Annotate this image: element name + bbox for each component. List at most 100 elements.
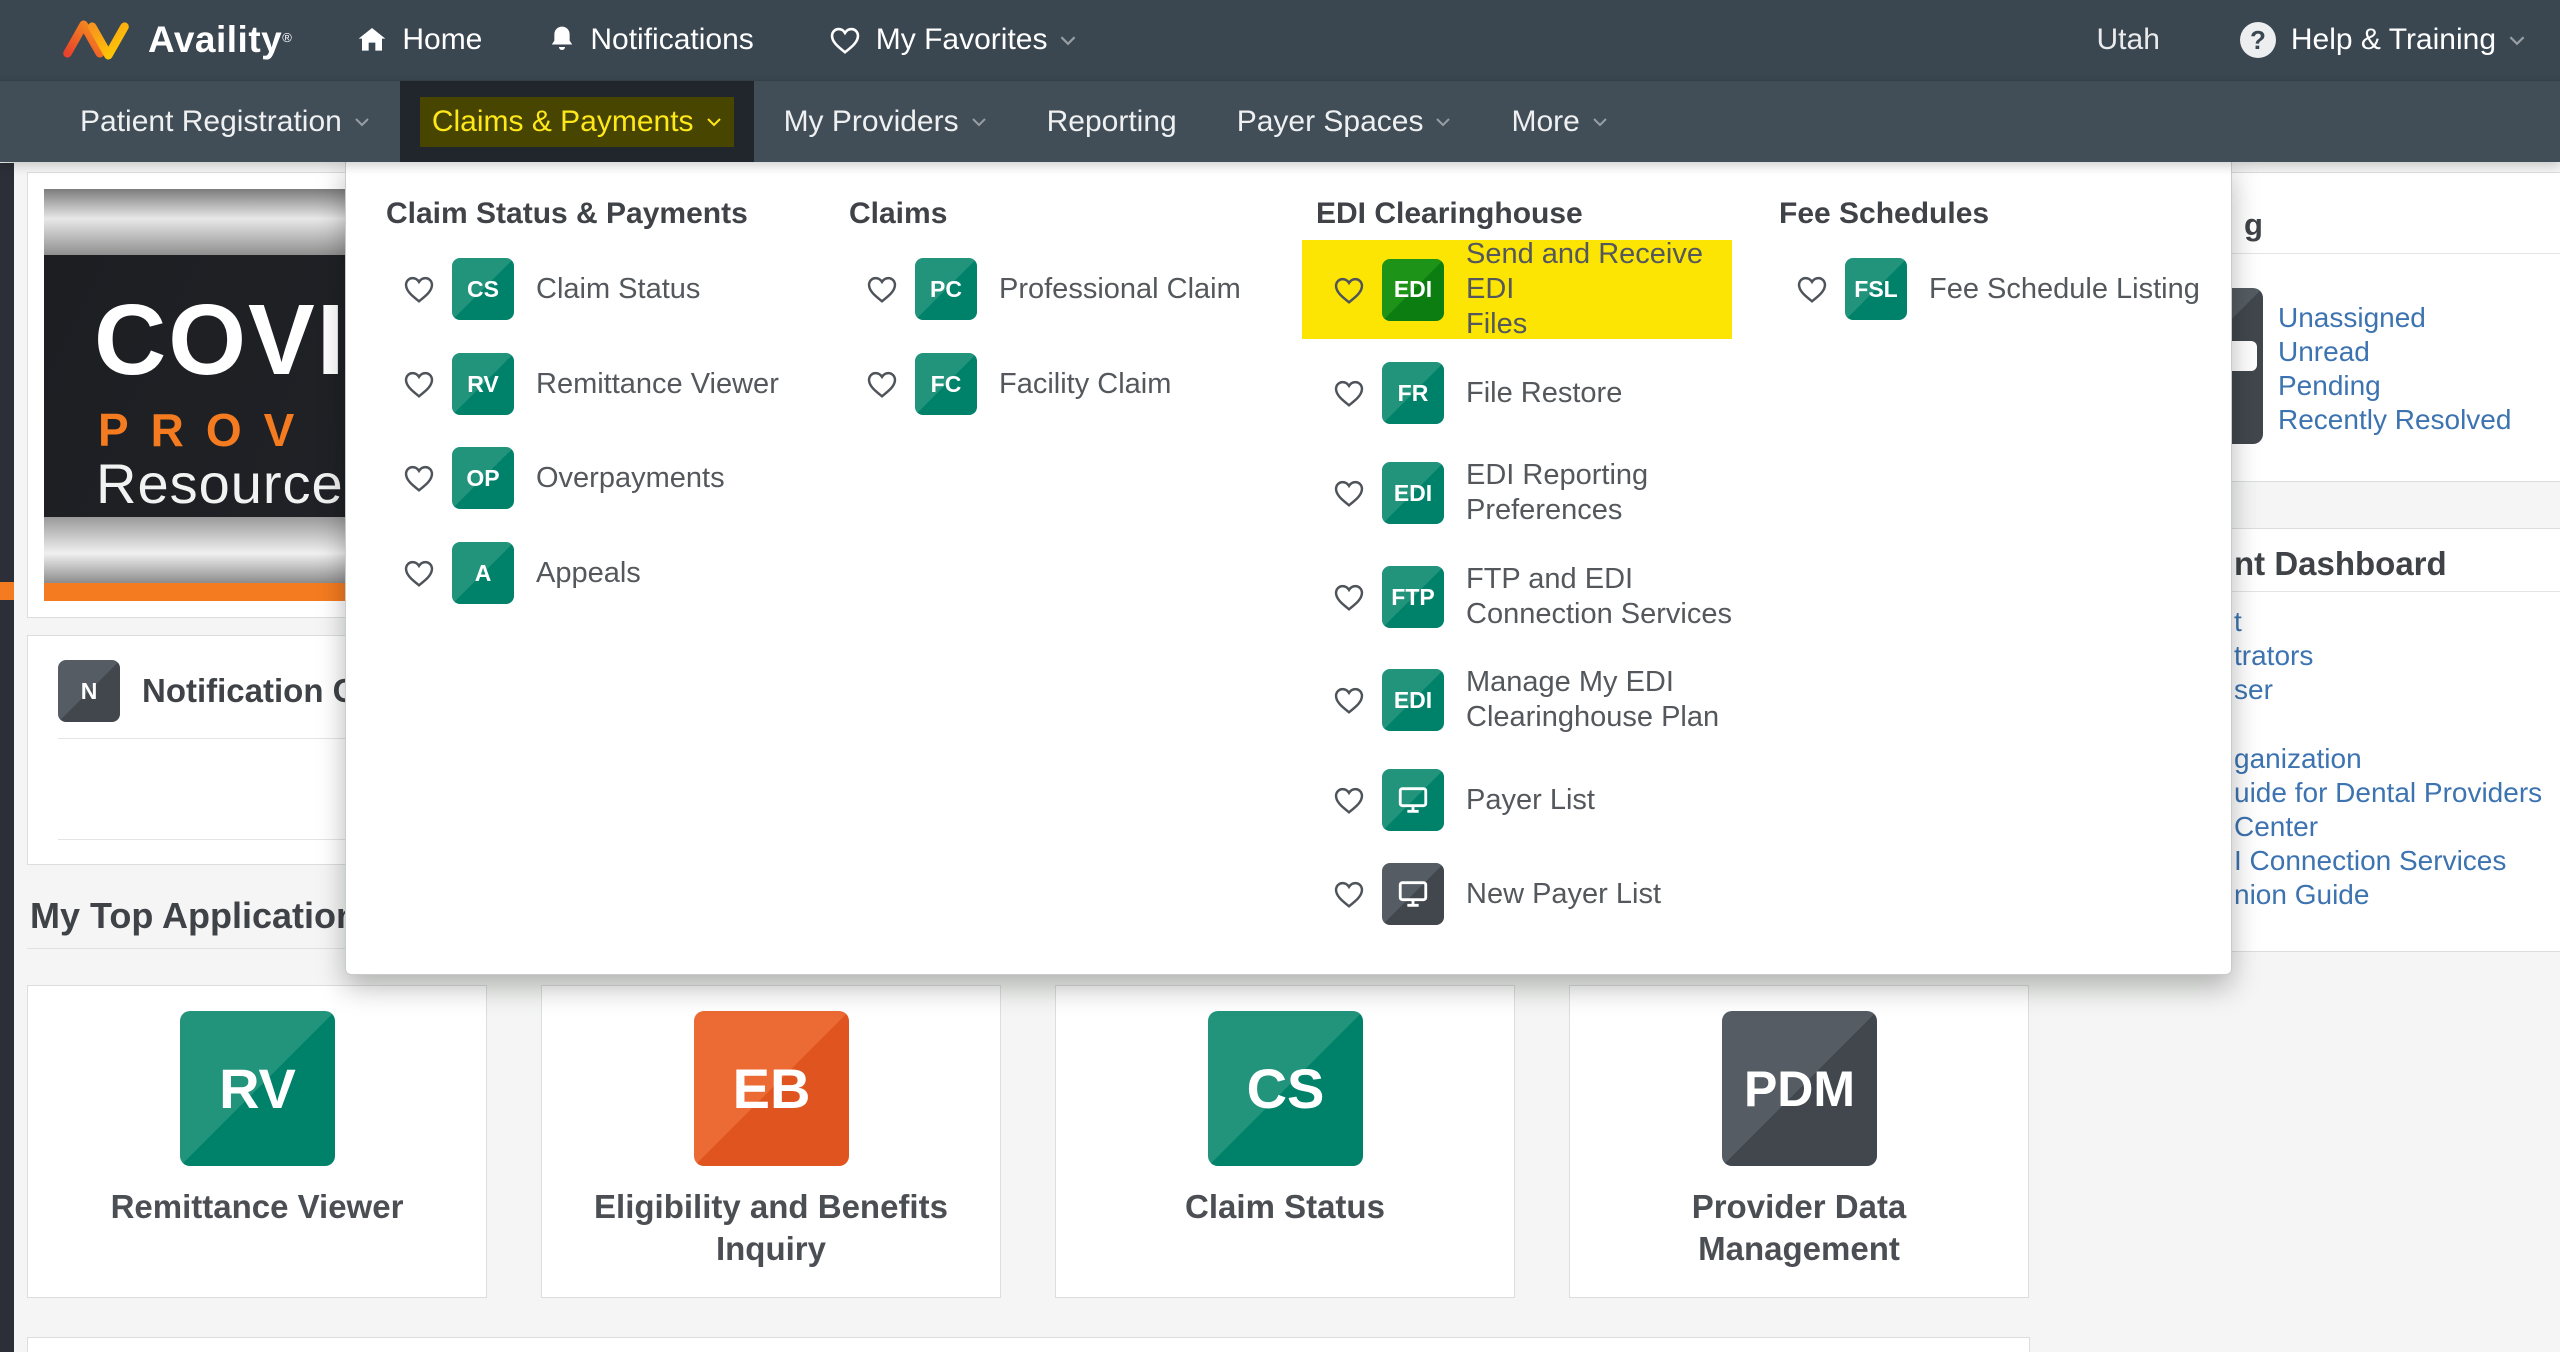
dashboard-link[interactable]: ser (2234, 673, 2313, 707)
menu-column-claim-status-payments: Claim Status & Payments CS Claim Status … (386, 197, 846, 231)
dashboard-link[interactable]: t (2234, 605, 2313, 639)
menu-item-remittance-viewer[interactable]: RV Remittance Viewer (386, 353, 779, 415)
tab-claims-and-payments[interactable]: Claims & Payments (400, 81, 754, 162)
menu-item-fee-schedule-listing[interactable]: FSL Fee Schedule Listing (1779, 258, 2200, 320)
monitor-icon (1382, 863, 1444, 925)
my-top-applications-title: My Top Applications (30, 895, 378, 937)
menu-column-fee-schedules: Fee Schedules FSL Fee Schedule Listing (1779, 197, 2239, 231)
tab-label: Patient Registration (80, 105, 342, 139)
dashboard-heading-fragment: nt Dashboard (2234, 545, 2447, 583)
menu-item-label: Facility Claim (999, 367, 1171, 402)
tab-my-providers[interactable]: My Providers (754, 81, 1017, 162)
app-tile: EDI (1382, 259, 1444, 321)
availity-logo-mark (58, 12, 134, 68)
menu-item-facility-claim[interactable]: FC Facility Claim (849, 353, 1171, 415)
tab-label: My Providers (784, 105, 959, 139)
app-card-remittance-viewer[interactable]: RV Remittance Viewer (27, 985, 487, 1298)
favorite-heart-icon[interactable] (1332, 785, 1366, 815)
menu-item-claim-status[interactable]: CS Claim Status (386, 258, 700, 320)
tab-more[interactable]: More (1481, 81, 1637, 162)
main-navigation-bar: Patient Registration Claims & Payments M… (0, 80, 2560, 162)
dashboard-link[interactable]: Center (2234, 810, 2542, 844)
menu-item-label: File Restore (1466, 376, 1622, 411)
link-recently-resolved[interactable]: Recently Resolved (2278, 403, 2511, 437)
home-icon (356, 25, 388, 55)
menu-item-overpayments[interactable]: OP Overpayments (386, 447, 725, 509)
app-card-claim-status[interactable]: CS Claim Status (1055, 985, 1515, 1298)
app-tile: PC (915, 258, 977, 320)
favorite-heart-icon[interactable] (402, 369, 436, 399)
menu-item-label: EDI Reporting Preferences (1466, 458, 1648, 528)
chevron-down-icon (354, 117, 370, 127)
favorite-heart-icon[interactable] (1332, 582, 1366, 612)
tab-reporting[interactable]: Reporting (1017, 81, 1207, 162)
help-label: Help & Training (2291, 23, 2496, 57)
tab-label: Payer Spaces (1237, 105, 1424, 139)
topnav-home[interactable]: Home (356, 23, 482, 57)
app-card-eligibility-benefits[interactable]: EB Eligibility and Benefits Inquiry (541, 985, 1001, 1298)
app-tile: FTP (1382, 566, 1444, 628)
favorite-heart-icon[interactable] (1332, 685, 1366, 715)
menu-item-payer-list[interactable]: Payer List (1316, 769, 1595, 831)
region-selector[interactable]: Utah (2097, 23, 2160, 57)
favorite-heart-icon[interactable] (1332, 378, 1366, 408)
link-unassigned[interactable]: Unassigned (2278, 301, 2511, 335)
favorite-heart-icon[interactable] (1795, 274, 1829, 304)
dashboard-link[interactable]: uide for Dental Providers (2234, 776, 2542, 810)
favorite-heart-icon[interactable] (1332, 879, 1366, 909)
claims-payments-dropdown: Claim Status & Payments CS Claim Status … (345, 161, 2232, 975)
dashboard-link[interactable]: ganization (2234, 742, 2542, 776)
dashboard-link[interactable]: trators (2234, 639, 2313, 673)
heart-icon (828, 25, 862, 55)
menu-item-ftp-edi-connection-services[interactable]: FTP FTP and EDI Connection Services (1316, 566, 1732, 628)
link-unread[interactable]: Unread (2278, 335, 2511, 369)
chevron-down-icon (1059, 35, 1077, 46)
app-card-label: Claim Status (1076, 1186, 1494, 1228)
favorite-heart-icon[interactable] (402, 274, 436, 304)
registered-mark: ® (282, 30, 292, 45)
menu-item-label: Payer List (1466, 783, 1595, 818)
dashboard-link[interactable]: nion Guide (2234, 878, 2542, 912)
menu-column-heading: Claims (849, 197, 1309, 231)
menu-item-file-restore[interactable]: FR File Restore (1316, 362, 1622, 424)
menu-item-label: FTP and EDI Connection Services (1466, 562, 1732, 632)
dashboard-link[interactable]: I Connection Services (2234, 844, 2542, 878)
help-and-training[interactable]: ? Help & Training (2240, 22, 2526, 58)
topnav-home-label: Home (402, 23, 482, 57)
topnav-notifications[interactable]: Notifications (548, 23, 753, 57)
menu-item-edi-reporting-preferences[interactable]: EDI EDI Reporting Preferences (1316, 462, 1648, 524)
topnav-my-favorites-label: My Favorites (876, 23, 1048, 57)
favorite-heart-icon[interactable] (1332, 275, 1366, 305)
menu-item-label: Claim Status (536, 272, 700, 307)
notification-tile-abbr: N (81, 678, 98, 705)
menu-column-heading: EDI Clearinghouse (1316, 197, 1776, 231)
favorite-heart-icon[interactable] (402, 558, 436, 588)
app-card-provider-data-management[interactable]: PDM Provider Data Management (1569, 985, 2029, 1298)
tab-patient-registration[interactable]: Patient Registration (50, 81, 400, 162)
menu-item-manage-my-edi-clearinghouse-plan[interactable]: EDI Manage My EDI Clearinghouse Plan (1316, 669, 1719, 731)
claim-status-tile: CS (1208, 1011, 1363, 1166)
menu-item-label: Fee Schedule Listing (1929, 272, 2200, 307)
topnav-my-favorites[interactable]: My Favorites (828, 23, 1078, 57)
next-section-card (27, 1337, 2030, 1352)
chevron-down-icon (2508, 35, 2526, 46)
menu-item-label: New Payer List (1466, 877, 1661, 912)
menu-item-label: Appeals (536, 556, 641, 591)
menu-item-appeals[interactable]: A Appeals (386, 542, 641, 604)
favorite-heart-icon[interactable] (865, 274, 899, 304)
menu-item-new-payer-list[interactable]: New Payer List (1316, 863, 1661, 925)
menu-item-professional-claim[interactable]: PC Professional Claim (849, 258, 1241, 320)
chevron-down-icon (706, 117, 722, 127)
app-tile: CS (452, 258, 514, 320)
link-pending[interactable]: Pending (2278, 369, 2511, 403)
favorite-heart-icon[interactable] (865, 369, 899, 399)
app-tile: OP (452, 447, 514, 509)
availity-logo[interactable]: Availity® (58, 12, 292, 68)
brand-name: Availity (148, 19, 282, 60)
favorite-heart-icon[interactable] (402, 463, 436, 493)
menu-item-send-receive-edi-files[interactable]: EDI Send and Receive EDI Files (1302, 240, 1732, 339)
favorite-heart-icon[interactable] (1332, 478, 1366, 508)
help-icon: ? (2240, 22, 2276, 58)
provider-data-management-tile: PDM (1722, 1011, 1877, 1166)
tab-payer-spaces[interactable]: Payer Spaces (1207, 81, 1482, 162)
